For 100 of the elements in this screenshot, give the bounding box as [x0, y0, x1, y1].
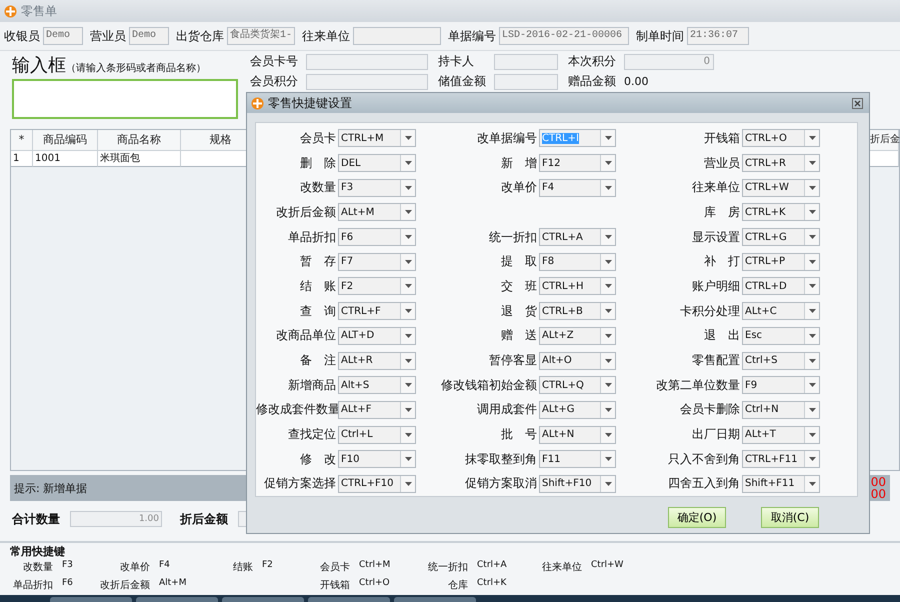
- shortcut-dropdown[interactable]: Shift+F10: [539, 474, 616, 493]
- shortcut-dropdown[interactable]: F8: [539, 252, 616, 271]
- field-label: 持卡人: [438, 53, 475, 70]
- input-field[interactable]: 食品类货架1-: [227, 27, 295, 45]
- shortcut-dropdown[interactable]: CTRL+K: [742, 203, 820, 222]
- ok-button[interactable]: 确定(O): [668, 507, 726, 528]
- shortcut-dropdown[interactable]: Esc: [742, 326, 820, 345]
- shortcut-dropdown[interactable]: CTRL+M: [338, 129, 416, 148]
- shortcut-label: 新 增: [500, 154, 538, 172]
- shortcut-dropdown[interactable]: F6: [338, 228, 416, 246]
- shortcut-dropdown[interactable]: CTRL+H: [539, 277, 616, 296]
- shortcut-label: 促销方案取消: [464, 475, 538, 492]
- shortcut-key: Ctrl+M: [350, 560, 420, 574]
- input-field[interactable]: [353, 27, 441, 45]
- shortcut-dropdown[interactable]: F3: [338, 178, 416, 197]
- shortcut-label: 会员卡删除: [679, 401, 741, 418]
- shortcut-dropdown[interactable]: CTRL+F: [338, 302, 416, 320]
- shortcut-dropdown[interactable]: F9: [742, 376, 820, 394]
- column-header[interactable]: 商品名称: [98, 130, 181, 151]
- shortcut-dropdown[interactable]: Ctrl+N: [742, 400, 820, 419]
- shortcut-dropdown[interactable]: CTRL+B: [539, 302, 616, 320]
- shortcut-dropdown[interactable]: Alt+S: [338, 376, 416, 394]
- taskbar-button[interactable]: [394, 597, 476, 602]
- shortcut-label: 统一折扣: [427, 560, 468, 574]
- shortcut-label: 补 打: [703, 253, 741, 270]
- shortcut-dropdown[interactable]: ALt+R: [338, 352, 416, 370]
- shortcut-label: 改折后金额: [275, 204, 337, 221]
- taskbar-button[interactable]: [308, 597, 390, 602]
- shortcut-dropdown[interactable]: ALT+D: [338, 326, 416, 345]
- shortcut-dropdown[interactable]: F10: [338, 450, 416, 468]
- shortcut-dropdown[interactable]: CTRL+G: [742, 228, 820, 246]
- cancel-button[interactable]: 取消(C): [761, 507, 819, 528]
- input-field[interactable]: [494, 54, 558, 70]
- shortcut-dropdown[interactable]: CTRL+O: [742, 129, 820, 148]
- shortcut-dropdown[interactable]: CTRL+A: [539, 228, 616, 246]
- taskbar-button[interactable]: [50, 597, 132, 602]
- shortcut-dropdown[interactable]: CTRL+D: [742, 277, 820, 296]
- close-icon[interactable]: [852, 98, 863, 108]
- caret-icon: [604, 432, 612, 437]
- shortcut-dropdown[interactable]: ALt+M: [338, 203, 416, 222]
- taskbar-button[interactable]: [136, 597, 218, 602]
- caret-icon: [808, 260, 816, 264]
- field-label: 合计数量: [12, 510, 60, 528]
- caret-icon: [404, 358, 412, 363]
- shortcut-dropdown[interactable]: ALt+G: [539, 400, 616, 419]
- shortcut-dropdown[interactable]: F4: [539, 178, 616, 197]
- input-field[interactable]: Demo: [129, 27, 169, 45]
- taskbar-button[interactable]: [222, 597, 304, 602]
- input-field[interactable]: [494, 74, 558, 90]
- input-field[interactable]: LSD-2016-02-21-00006: [499, 27, 629, 45]
- shortcut-label: 往来单位: [691, 179, 741, 196]
- shortcut-dropdown[interactable]: CTRL+F11: [742, 450, 820, 468]
- shortcut-dropdown[interactable]: CTRL+R: [742, 154, 820, 172]
- caret-icon: [404, 383, 412, 388]
- table-cell: 米琪面包: [98, 151, 181, 167]
- shortcut-dropdown[interactable]: ALt+Z: [539, 326, 616, 345]
- input-field[interactable]: [306, 74, 428, 90]
- shortcut-label: 修改成套件数量: [256, 401, 338, 418]
- shortcut-label: 退 出: [703, 327, 741, 344]
- caret-icon: [404, 334, 412, 338]
- shortcut-label: 删 除: [299, 154, 337, 172]
- shortcut-dropdown[interactable]: Shift+F11: [742, 474, 820, 493]
- shortcut-dropdown[interactable]: F12: [539, 154, 616, 172]
- amount-value: 00: [870, 476, 886, 488]
- app-logo-icon: [4, 4, 17, 18]
- shortcut-label: 暂 存: [299, 253, 337, 270]
- input-field[interactable]: [306, 54, 428, 70]
- shortcut-key: Ctrl+W: [582, 560, 650, 574]
- shortcut-label: 开钱箱: [703, 130, 741, 147]
- shortcut-dropdown[interactable]: Ctrl+S: [742, 352, 820, 370]
- caret-icon: [808, 210, 816, 214]
- input-field[interactable]: 21:36:07: [687, 27, 749, 45]
- shortcut-dropdown[interactable]: CTRL+Q: [539, 376, 616, 394]
- input-field[interactable]: Demo: [43, 27, 83, 45]
- shortcut-dropdown[interactable]: DEL: [338, 154, 416, 172]
- column-header[interactable]: 商品编码: [33, 130, 98, 151]
- shortcut-dropdown[interactable]: CTRL+P: [742, 252, 820, 271]
- shortcut-dropdown[interactable]: ALt+N: [539, 426, 616, 444]
- shortcut-dropdown[interactable]: F2: [338, 277, 416, 296]
- caret-icon: [808, 334, 816, 338]
- shortcut-dropdown[interactable]: Alt+O: [539, 352, 616, 370]
- column-header[interactable]: *: [11, 130, 33, 151]
- shortcut-dropdown[interactable]: ALt+F: [338, 400, 416, 419]
- shortcut-dropdown[interactable]: Ctrl+L: [338, 426, 416, 444]
- shortcut-dropdown[interactable]: CTRL+W: [742, 178, 820, 197]
- column-header[interactable]: 折后金: [869, 130, 899, 151]
- shortcut-label: 促销方案选择: [263, 475, 337, 492]
- shortcut-dropdown[interactable]: ALt+C: [742, 302, 820, 320]
- shortcut-dropdown[interactable]: F7: [338, 252, 416, 271]
- barcode-input-field[interactable]: [12, 79, 238, 119]
- shortcut-label: 结 账: [299, 278, 337, 295]
- input-hint: （请输入条形码或者商品名称）: [66, 63, 206, 74]
- shortcut-key: Alt+M: [150, 578, 200, 592]
- field-label: 会员积分: [250, 73, 296, 90]
- field-label: 营业员: [90, 28, 126, 44]
- caret-icon: [808, 161, 816, 166]
- shortcut-label: 退 货: [500, 302, 538, 320]
- shortcut-dropdown[interactable]: CTRL+F10: [338, 474, 416, 493]
- shortcut-dropdown[interactable]: ALt+T: [742, 426, 820, 444]
- shortcut-dropdown[interactable]: F11: [539, 450, 616, 468]
